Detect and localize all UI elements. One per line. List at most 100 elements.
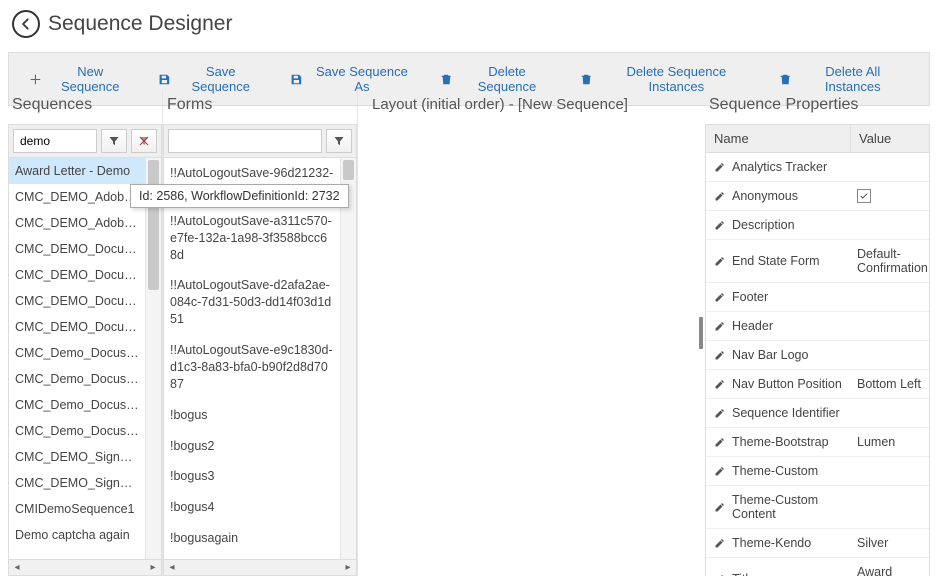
property-name: Description — [706, 211, 851, 239]
form-item[interactable]: !bogus4 — [164, 492, 340, 523]
property-row[interactable]: Nav Button PositionBottom Left — [706, 370, 929, 399]
property-row[interactable]: Analytics Tracker — [706, 153, 929, 182]
property-value[interactable] — [851, 486, 929, 528]
scroll-right-icon[interactable]: ▸ — [145, 560, 161, 575]
property-row[interactable]: Description — [706, 211, 929, 240]
edit-icon — [714, 190, 726, 202]
splitter-handle[interactable] — [697, 90, 705, 576]
property-value[interactable] — [851, 312, 929, 340]
forms-filter-input[interactable] — [168, 129, 322, 153]
property-value[interactable] — [851, 153, 929, 181]
property-value[interactable]: Default-Confirmation — [851, 240, 929, 282]
form-item[interactable]: !Test_Import_Include — [164, 554, 340, 559]
sequence-item[interactable]: CMC_Demo_Docusign_... — [9, 392, 145, 418]
edit-icon — [714, 161, 726, 173]
property-value[interactable] — [851, 211, 929, 239]
sequence-item[interactable]: CMIDemoSequence1 — [9, 496, 145, 522]
sequence-item[interactable]: CMC_Demo_Docusign_... — [9, 366, 145, 392]
property-row[interactable]: Theme-KendoSilver — [706, 529, 929, 558]
property-row[interactable]: Theme-Custom — [706, 457, 929, 486]
sequences-clear-filter-button[interactable] — [131, 129, 157, 153]
form-item[interactable]: !bogus3 — [164, 461, 340, 492]
property-name: Theme-Custom — [706, 457, 851, 485]
property-name: Theme-Bootstrap — [706, 428, 851, 456]
form-item[interactable]: !bogusagain — [164, 523, 340, 554]
edit-icon — [714, 501, 726, 513]
properties-header-row: Name Value — [705, 124, 930, 153]
property-row[interactable]: Header — [706, 312, 929, 341]
edit-icon — [714, 407, 726, 419]
edit-icon — [714, 465, 726, 477]
property-value[interactable] — [851, 399, 929, 427]
property-row[interactable]: End State FormDefault-Confirmation — [706, 240, 929, 283]
filter-icon — [108, 135, 120, 147]
forms-scrollbar[interactable] — [340, 158, 356, 559]
property-row[interactable]: Sequence Identifier — [706, 399, 929, 428]
sequences-filter-input[interactable] — [13, 129, 97, 153]
sequence-item[interactable]: Award Letter - Demo — [9, 158, 145, 184]
property-value[interactable]: Award Letter — [851, 558, 929, 576]
property-value[interactable] — [851, 457, 929, 485]
arrow-left-icon — [19, 17, 33, 31]
tooltip: Id: 2586, WorkflowDefinitionId: 2732 — [130, 184, 349, 208]
property-row[interactable]: Theme-BootstrapLumen — [706, 428, 929, 457]
sequence-item[interactable]: Demo captcha again — [9, 522, 145, 548]
sequence-item[interactable]: CMC_DEMO_AdobeSig... — [9, 210, 145, 236]
layout-heading: Layout (initial order) - [New Sequence] — [368, 90, 687, 123]
sequence-item[interactable]: CMC_DEMO_Docusign... — [9, 314, 145, 340]
scroll-left-icon[interactable]: ◂ — [164, 560, 180, 575]
form-item[interactable]: !!AutoLogoutSave-d2afa2ae-084c-7d31-50d3… — [164, 270, 340, 335]
forms-filter-button[interactable] — [326, 129, 352, 153]
sequence-item[interactable]: CMC_DEMO_SignNow_... — [9, 470, 145, 496]
property-name: Sequence Identifier — [706, 399, 851, 427]
sequence-item[interactable]: CMC_DEMO_AdobeS... — [9, 184, 145, 210]
sequence-item[interactable]: CMC_Demo_Docusign... — [9, 418, 145, 444]
edit-icon — [714, 436, 726, 448]
save-icon — [158, 73, 171, 86]
sequences-hscroll[interactable]: ◂ ▸ — [8, 560, 162, 576]
back-button[interactable] — [12, 10, 40, 38]
trash-icon — [580, 73, 593, 86]
trash-icon — [779, 73, 792, 86]
property-row[interactable]: Anonymous — [706, 182, 929, 211]
property-name: Theme-Custom Content — [706, 486, 851, 528]
checkbox[interactable] — [857, 189, 871, 203]
form-item[interactable]: !bogus — [164, 400, 340, 431]
forms-hscroll[interactable]: ◂ ▸ — [163, 560, 357, 576]
property-value[interactable]: Bottom Left — [851, 370, 929, 398]
property-row[interactable]: TitleAward Letter — [706, 558, 929, 576]
page-title: Sequence Designer — [48, 12, 232, 36]
sequence-item[interactable]: CMC_DEMO_SignNow — [9, 444, 145, 470]
property-row[interactable]: Nav Bar Logo — [706, 341, 929, 370]
property-name: Title — [706, 558, 851, 576]
property-row[interactable]: Theme-Custom Content — [706, 486, 929, 529]
sequences-heading: Sequences — [8, 90, 162, 124]
edit-icon — [714, 378, 726, 390]
property-row[interactable]: Footer — [706, 283, 929, 312]
forms-list[interactable]: !!AutoLogoutSave-96d21232-629d-f1c0-882a… — [164, 158, 340, 559]
edit-icon — [714, 219, 726, 231]
sequences-filter-button[interactable] — [101, 129, 127, 153]
trash-icon — [440, 73, 453, 86]
sequence-item[interactable]: CMC_DEMO_DocuSign — [9, 236, 145, 262]
property-value[interactable] — [851, 341, 929, 369]
form-item[interactable]: !!AutoLogoutSave-a311c570-e7fe-132a-1a98… — [164, 206, 340, 271]
sequences-list[interactable]: Award Letter - DemoCMC_DEMO_AdobeS...CMC… — [9, 158, 145, 559]
scroll-right-icon[interactable]: ▸ — [340, 560, 356, 575]
sequence-item[interactable]: CMC_DEMO_DocuSign... — [9, 288, 145, 314]
sequence-item[interactable]: CMC_DEMO_DocuSign... — [9, 262, 145, 288]
form-item[interactable]: !!AutoLogoutSave-e9c1830d-d1c3-8a83-bfa0… — [164, 335, 340, 400]
property-value[interactable]: Silver — [851, 529, 929, 557]
edit-icon — [714, 291, 726, 303]
property-value[interactable] — [851, 182, 929, 210]
scroll-left-icon[interactable]: ◂ — [9, 560, 25, 575]
property-name: Header — [706, 312, 851, 340]
plus-icon — [29, 73, 42, 86]
property-name: Theme-Kendo — [706, 529, 851, 557]
property-value[interactable] — [851, 283, 929, 311]
property-value[interactable]: Lumen — [851, 428, 929, 456]
sequence-item[interactable]: CMC_Demo_Docusign_... — [9, 340, 145, 366]
property-name: Footer — [706, 283, 851, 311]
form-item[interactable]: !bogus2 — [164, 431, 340, 462]
sequences-scrollbar[interactable] — [145, 158, 161, 559]
